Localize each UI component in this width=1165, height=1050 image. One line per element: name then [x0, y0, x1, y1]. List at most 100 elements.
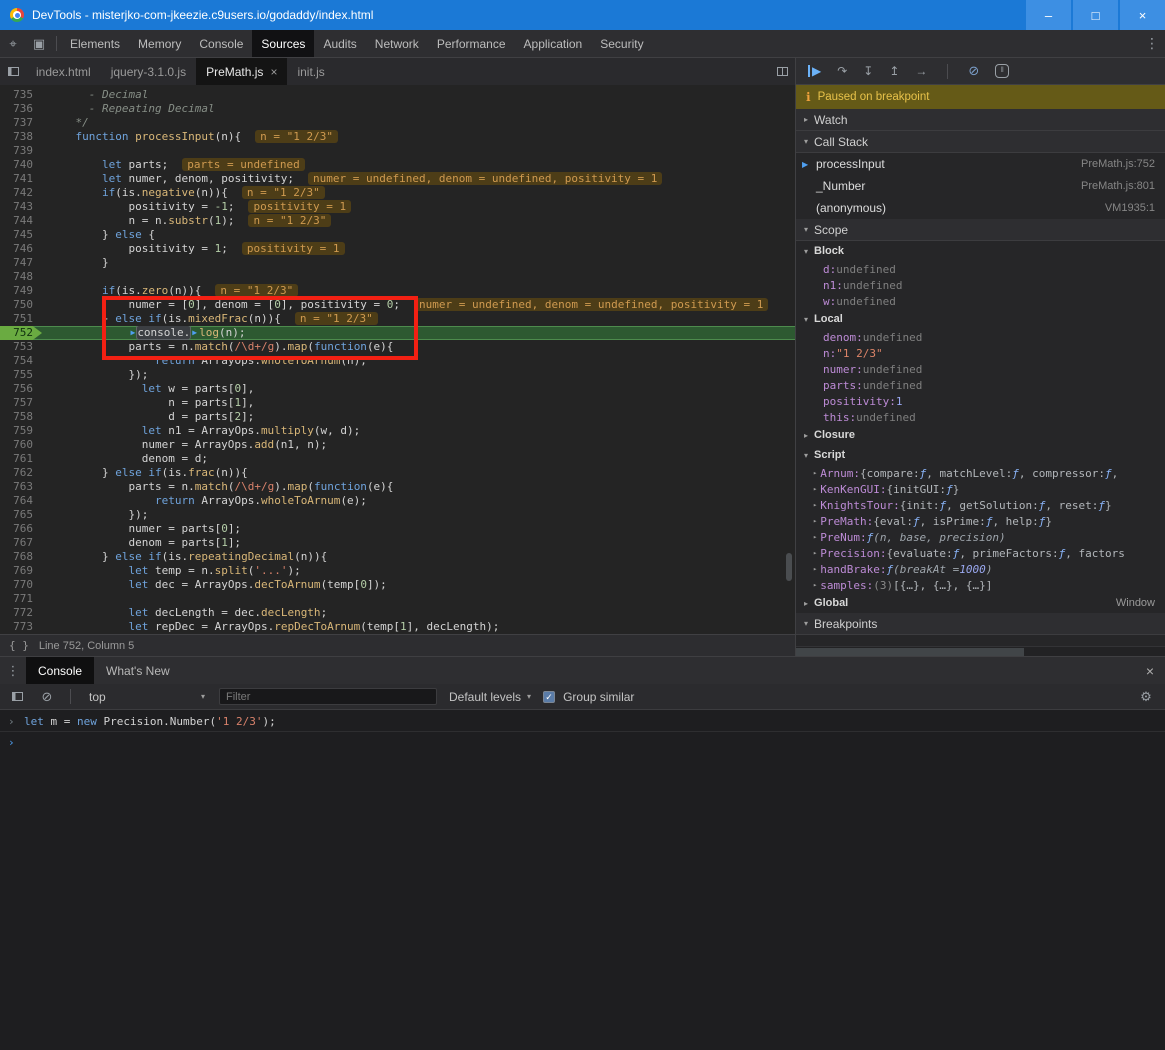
- line-number[interactable]: 752: [0, 326, 42, 340]
- filter-input[interactable]: [219, 688, 437, 705]
- scope-var-precision[interactable]: ▸Precision: {evaluate: ƒ, primeFactors: …: [796, 545, 1165, 561]
- line-number[interactable]: 737: [0, 116, 42, 130]
- file-tab-index-html[interactable]: index.html: [26, 58, 101, 85]
- call-stack-frame--anonymous-[interactable]: (anonymous)VM1935:1: [796, 197, 1165, 219]
- tab-application[interactable]: Application: [515, 30, 592, 57]
- line-number[interactable]: 744: [0, 214, 42, 228]
- tab-network[interactable]: Network: [366, 30, 428, 57]
- call-stack-frame--number[interactable]: _NumberPreMath.js:801: [796, 175, 1165, 197]
- code-line-768[interactable]: 768 } else if(is.repeatingDecimal(n)){: [0, 550, 795, 564]
- code-line-770[interactable]: 770 let dec = ArrayOps.decToArnum(temp[0…: [0, 578, 795, 592]
- tab-elements[interactable]: Elements: [61, 30, 129, 57]
- line-number[interactable]: 768: [0, 550, 42, 564]
- tab-security[interactable]: Security: [591, 30, 652, 57]
- call-stack-section-header[interactable]: ▾ Call Stack: [796, 131, 1165, 153]
- scope-var-samples[interactable]: ▸samples: (3) [{…}, {…}, {…}]: [796, 577, 1165, 593]
- call-stack-frame-processinput[interactable]: ▶processInputPreMath.js:752: [796, 153, 1165, 175]
- clear-console-icon[interactable]: ⊘: [36, 684, 58, 709]
- editor-scrollbar-thumb[interactable]: [786, 553, 792, 581]
- settings-gear-icon[interactable]: ⚙: [1135, 684, 1157, 709]
- code-line-740[interactable]: 740 let parts;parts = undefined: [0, 158, 795, 172]
- scope-var-arnum[interactable]: ▸Arnum: {compare: ƒ, matchLevel: ƒ, comp…: [796, 465, 1165, 481]
- scope-var-premath[interactable]: ▸PreMath: {eval: ƒ, isPrime: ƒ, help: ƒ}: [796, 513, 1165, 529]
- scope-group-global[interactable]: ▸GlobalWindow: [796, 593, 1165, 613]
- line-number[interactable]: 742: [0, 186, 42, 200]
- code-line-763[interactable]: 763 parts = n.match(/\d+/g).map(function…: [0, 480, 795, 494]
- code-line-756[interactable]: 756 let w = parts[0],: [0, 382, 795, 396]
- line-number[interactable]: 746: [0, 242, 42, 256]
- code-line-754[interactable]: 754 return ArrayOps.wholeToArnum(n);: [0, 354, 795, 368]
- step-into-button[interactable]: ↧: [863, 65, 873, 77]
- line-number[interactable]: 754: [0, 354, 42, 368]
- tab-console[interactable]: Console: [190, 30, 252, 57]
- tab-sources[interactable]: Sources: [252, 30, 314, 57]
- code-line-750[interactable]: 750 numer = [0], denom = [0], positivity…: [0, 298, 795, 312]
- code-line-758[interactable]: 758 d = parts[2];: [0, 410, 795, 424]
- line-number[interactable]: 764: [0, 494, 42, 508]
- navigator-toggle-icon[interactable]: [0, 58, 26, 85]
- drawer-tab-what-s-new[interactable]: What's New: [94, 657, 182, 684]
- line-number[interactable]: 741: [0, 172, 42, 186]
- code-line-748[interactable]: 748: [0, 270, 795, 284]
- line-number[interactable]: 751: [0, 312, 42, 326]
- code-line-751[interactable]: 751 } else if(is.mixedFrac(n)){n = "1 2/…: [0, 312, 795, 326]
- step-out-button[interactable]: ↥: [889, 65, 899, 77]
- line-number[interactable]: 738: [0, 130, 42, 144]
- line-number[interactable]: 770: [0, 578, 42, 592]
- context-selector[interactable]: top ▾: [83, 690, 211, 704]
- editor-panes-icon[interactable]: [769, 58, 795, 85]
- more-menu-icon[interactable]: ⋮: [1139, 30, 1165, 57]
- code-line-759[interactable]: 759 let n1 = ArrayOps.multiply(w, d);: [0, 424, 795, 438]
- code-line-745[interactable]: 745 } else {: [0, 228, 795, 242]
- pretty-print-icon[interactable]: { }: [9, 639, 29, 652]
- code-line-737[interactable]: 737 */: [0, 116, 795, 130]
- console-message[interactable]: ›let m = new Precision.Number('1 2/3');: [0, 711, 1165, 732]
- line-number[interactable]: 757: [0, 396, 42, 410]
- step-button[interactable]: →: [915, 65, 927, 77]
- line-number[interactable]: 773: [0, 620, 42, 634]
- line-number[interactable]: 772: [0, 606, 42, 620]
- tab-performance[interactable]: Performance: [428, 30, 515, 57]
- console-log[interactable]: ›let m = new Precision.Number('1 2/3'); …: [0, 710, 1165, 1050]
- line-number[interactable]: 756: [0, 382, 42, 396]
- line-number[interactable]: 771: [0, 592, 42, 606]
- line-number[interactable]: 749: [0, 284, 42, 298]
- line-number[interactable]: 747: [0, 256, 42, 270]
- resume-button[interactable]: ▶: [808, 65, 821, 77]
- line-number[interactable]: 766: [0, 522, 42, 536]
- code-line-753[interactable]: 753 parts = n.match(/\d+/g).map(function…: [0, 340, 795, 354]
- code-line-746[interactable]: 746 positivity = 1;positivity = 1: [0, 242, 795, 256]
- scope-group-script[interactable]: ▾Script: [796, 445, 1165, 465]
- scope-var-prenum[interactable]: ▸PreNum: ƒ (n, base, precision): [796, 529, 1165, 545]
- code-line-749[interactable]: 749 if(is.zero(n)){n = "1 2/3": [0, 284, 795, 298]
- scope-group-closure[interactable]: ▸Closure: [796, 425, 1165, 445]
- line-number[interactable]: 735: [0, 88, 42, 102]
- minimize-button[interactable]: –: [1024, 0, 1071, 30]
- code-line-744[interactable]: 744 n = n.substr(1);n = "1 2/3": [0, 214, 795, 228]
- titlebar[interactable]: DevTools - misterjko-com-jkeezie.c9users…: [0, 0, 1165, 30]
- line-number[interactable]: 769: [0, 564, 42, 578]
- scope-group-local[interactable]: ▾Local: [796, 309, 1165, 329]
- line-number[interactable]: 767: [0, 536, 42, 550]
- code-line-767[interactable]: 767 denom = parts[1];: [0, 536, 795, 550]
- code-line-761[interactable]: 761 denom = d;: [0, 452, 795, 466]
- line-number[interactable]: 763: [0, 480, 42, 494]
- code-line-771[interactable]: 771: [0, 592, 795, 606]
- drawer-tab-console[interactable]: Console: [26, 657, 94, 684]
- code-line-764[interactable]: 764 return ArrayOps.wholeToArnum(e);: [0, 494, 795, 508]
- line-number[interactable]: 755: [0, 368, 42, 382]
- inspect-icon[interactable]: ⌖: [0, 30, 26, 57]
- console-prompt[interactable]: ›: [0, 732, 1165, 752]
- code-line-766[interactable]: 766 numer = parts[0];: [0, 522, 795, 536]
- code-line-765[interactable]: 765 });: [0, 508, 795, 522]
- scope-var-kenkengui[interactable]: ▸KenKenGUI: {initGUI: ƒ}: [796, 481, 1165, 497]
- line-number[interactable]: 762: [0, 466, 42, 480]
- line-number[interactable]: 765: [0, 508, 42, 522]
- close-tab-icon[interactable]: ×: [270, 65, 277, 79]
- deactivate-breakpoints-button[interactable]: ⊘: [968, 65, 979, 77]
- code-line-742[interactable]: 742 if(is.negative(n)){n = "1 2/3": [0, 186, 795, 200]
- line-number[interactable]: 736: [0, 102, 42, 116]
- code-line-772[interactable]: 772 let decLength = dec.decLength;: [0, 606, 795, 620]
- code-line-769[interactable]: 769 let temp = n.split('...');: [0, 564, 795, 578]
- code-line-755[interactable]: 755 });: [0, 368, 795, 382]
